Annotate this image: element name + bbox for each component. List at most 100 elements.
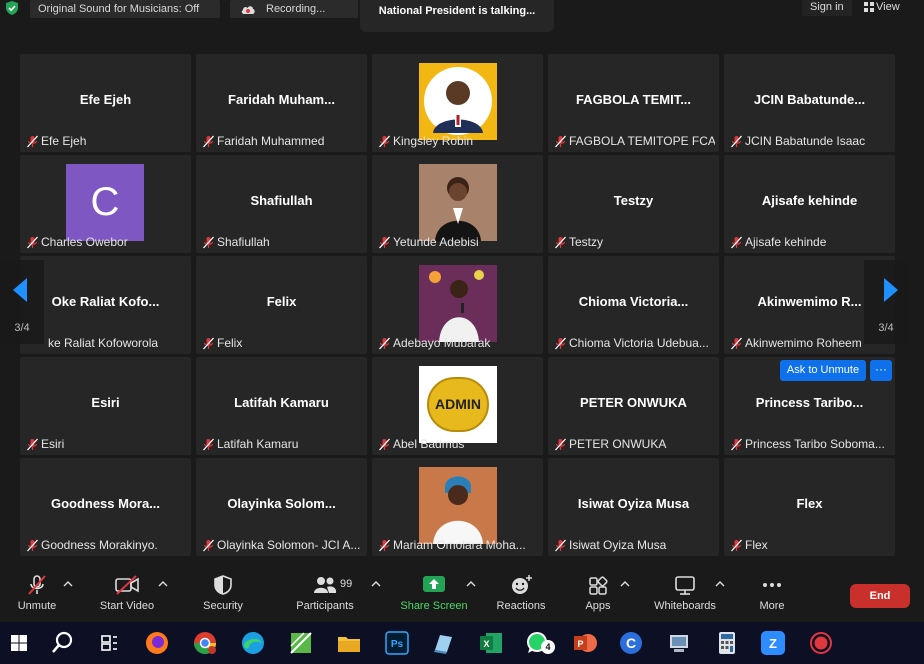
muted-mic-icon xyxy=(731,438,742,451)
participant-tile[interactable]: Efe Ejeh Efe Ejeh xyxy=(20,54,191,152)
participant-tile[interactable]: Latifah Kamaru Latifah Kamaru xyxy=(196,357,367,455)
participants-label: Participants xyxy=(296,600,354,612)
page-indicator: 3/4 xyxy=(878,322,894,334)
firefox-icon[interactable] xyxy=(142,628,172,658)
participant-photo xyxy=(419,164,497,241)
view-button[interactable]: View xyxy=(860,0,920,16)
participant-name-label: Akinwemimo Roheem xyxy=(728,336,865,351)
participant-name-label: Yetunde Adebisi xyxy=(376,235,539,250)
participant-name-label: Flex xyxy=(728,538,891,553)
view-label: View xyxy=(876,1,900,13)
page-indicator: 3/4 xyxy=(14,322,30,334)
previous-page-button[interactable]: 3/4 xyxy=(0,260,44,344)
chevron-up-icon[interactable] xyxy=(620,580,630,588)
ask-to-unmute-button[interactable]: Ask to Unmute xyxy=(780,360,866,381)
participant-name-label: Chioma Victoria Udebua... xyxy=(552,336,715,351)
participant-tile[interactable]: Shafiullah Shafiullah xyxy=(196,155,367,253)
participant-tile[interactable]: Ajisafe kehinde Ajisafe kehinde xyxy=(724,155,895,253)
chevron-up-icon[interactable] xyxy=(63,580,73,588)
participant-more-button[interactable]: ··· xyxy=(870,360,892,381)
svg-text:Ps: Ps xyxy=(391,639,404,650)
apps-button[interactable]: Apps xyxy=(576,574,620,620)
participant-tile[interactable]: Chioma Victoria... Chioma Victoria Udebu… xyxy=(548,256,719,354)
participant-tile[interactable]: Faridah Muham... Faridah Muhammed xyxy=(196,54,367,152)
whiteboards-button[interactable]: Whiteboards xyxy=(650,574,720,620)
edge-icon[interactable] xyxy=(238,628,268,658)
participant-tile[interactable]: FAGBOLA TEMIT... FAGBOLA TEMITOPE FCA xyxy=(548,54,719,152)
calculator-icon[interactable] xyxy=(712,628,742,658)
start-video-button[interactable]: Start Video xyxy=(94,574,160,620)
participant-tile[interactable]: Mariam Omolara Moha... xyxy=(372,458,543,556)
participant-name-label: JCIN Babatunde Isaac xyxy=(728,134,891,149)
grid-view-icon xyxy=(864,2,874,12)
cortana-c-icon[interactable]: C xyxy=(616,628,646,658)
muted-mic-icon xyxy=(27,236,38,249)
powerpoint-icon[interactable]: P xyxy=(570,628,600,658)
participant-tile[interactable]: Isiwat Oyiza Musa Isiwat Oyiza Musa xyxy=(548,458,719,556)
file-explorer-icon[interactable] xyxy=(334,628,364,658)
recording-label: Recording... xyxy=(266,3,326,15)
unmute-button[interactable]: Unmute xyxy=(10,574,64,620)
security-button[interactable]: Security xyxy=(196,574,250,620)
chevron-up-icon[interactable] xyxy=(466,580,476,588)
computer-management-icon[interactable] xyxy=(664,628,694,658)
participant-tile[interactable]: Testzy Testzy xyxy=(548,155,719,253)
original-sound-toggle[interactable]: Original Sound for Musicians: Off xyxy=(30,0,220,18)
cloud-recording-icon xyxy=(241,6,255,14)
end-meeting-button[interactable]: End xyxy=(850,584,910,608)
participant-tile[interactable]: PETER ONWUKA PETER ONWUKA xyxy=(548,357,719,455)
muted-mic-icon xyxy=(379,539,390,552)
next-page-button[interactable]: 3/4 xyxy=(864,260,908,344)
screen-recorder-icon[interactable] xyxy=(806,628,836,658)
search-icon[interactable] xyxy=(48,628,78,658)
windows-start-icon[interactable] xyxy=(4,628,34,658)
smiley-icon xyxy=(512,575,532,594)
participant-tile[interactable]: Adebayo Mubarak xyxy=(372,256,543,354)
participant-tile[interactable]: Flex Flex xyxy=(724,458,895,556)
chevron-up-icon[interactable] xyxy=(371,580,381,588)
muted-mic-icon xyxy=(203,236,214,249)
participant-name-label: Mariam Omolara Moha... xyxy=(376,538,539,553)
participant-tile[interactable]: C Charles Owebor xyxy=(20,155,191,253)
muted-mic-icon xyxy=(555,438,566,451)
excel-icon[interactable]: X xyxy=(476,628,506,658)
task-view-icon[interactable] xyxy=(94,628,124,658)
recording-indicator[interactable]: Recording... xyxy=(230,0,358,18)
participant-tile[interactable]: Goodness Mora... Goodness Morakinyo. xyxy=(20,458,191,556)
zoom-app-icon[interactable]: Z xyxy=(758,628,788,658)
participant-name-label: Kingsley Robin xyxy=(376,134,539,149)
participant-name-label: ke Raliat Kofoworola xyxy=(48,336,159,350)
participant-display-name: Efe Ejeh xyxy=(79,92,132,107)
participant-display-name: Latifah Kamaru xyxy=(234,395,329,410)
participant-name-label: Shafiullah xyxy=(200,235,363,250)
participant-tile[interactable]: ADMIN Abel Badmus xyxy=(372,357,543,455)
chevron-up-icon[interactable] xyxy=(715,580,725,588)
participant-display-name: Goodness Mora... xyxy=(50,496,161,511)
chevron-up-icon[interactable] xyxy=(158,580,168,588)
participant-tile[interactable]: Esiri Esiri xyxy=(20,357,191,455)
participant-tile[interactable]: Kingsley Robin xyxy=(372,54,543,152)
participant-name-label: Faridah Muhammed xyxy=(200,134,363,149)
participant-tile[interactable]: Felix Felix xyxy=(196,256,367,354)
reactions-button[interactable]: Reactions xyxy=(490,574,552,620)
sign-in-button[interactable]: Sign in xyxy=(802,0,852,16)
participant-tile[interactable]: Oke Raliat Kofo... ke Raliat Kofoworola xyxy=(20,256,191,354)
participant-tile[interactable]: Yetunde Adebisi xyxy=(372,155,543,253)
shield-icon xyxy=(214,575,232,595)
svg-text:C: C xyxy=(626,635,636,651)
photoshop-icon[interactable]: Ps xyxy=(382,628,412,658)
participant-tile[interactable]: Olayinka Solom... Olayinka Solomon- JCI … xyxy=(196,458,367,556)
muted-mic-icon xyxy=(379,438,390,451)
share-screen-button[interactable]: Share Screen xyxy=(398,574,470,620)
participant-tile[interactable]: JCIN Babatunde... JCIN Babatunde Isaac xyxy=(724,54,895,152)
sketchup-icon[interactable] xyxy=(286,628,316,658)
admin-badge-text: ADMIN xyxy=(435,396,481,412)
muted-mic-icon xyxy=(379,135,390,148)
whiteboards-label: Whiteboards xyxy=(654,600,716,612)
more-button[interactable]: More xyxy=(752,574,792,620)
avatar: C xyxy=(66,164,144,241)
chrome-icon[interactable] xyxy=(190,628,220,658)
notes-app-icon[interactable] xyxy=(428,628,458,658)
muted-mic-icon xyxy=(555,236,566,249)
shield-check-icon[interactable] xyxy=(4,0,20,16)
